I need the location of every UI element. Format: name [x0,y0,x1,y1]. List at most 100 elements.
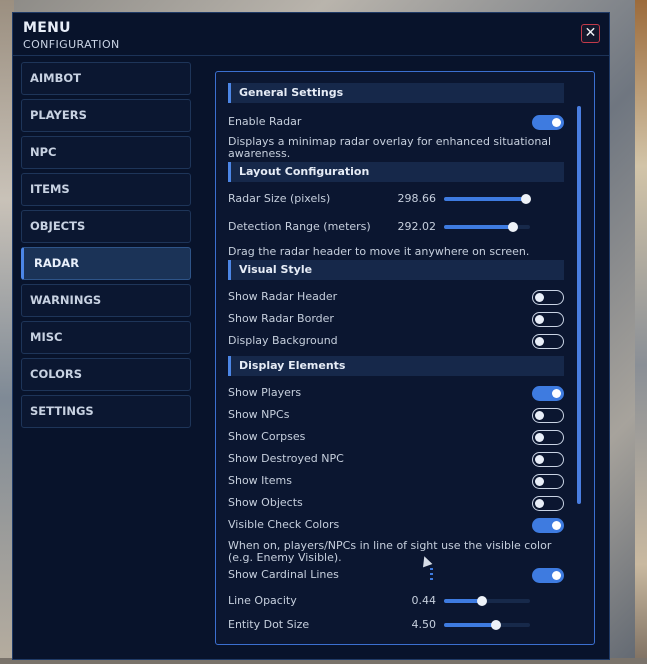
show-cardinal-lines-row: Show Cardinal Lines [228,564,564,586]
entity-dot-size-slider[interactable] [444,620,530,630]
panel-scrollbar[interactable] [577,106,581,504]
toggle-knob [535,499,544,508]
toggle-knob [552,118,561,127]
display-background-row: Display Background [228,330,564,352]
radar-size-value: 298.66 [397,192,437,205]
drag-hint-text: Drag the radar header to move it anywher… [228,245,530,258]
sidebar-item-settings[interactable]: SETTINGS [21,395,191,428]
section-layout-configuration: Layout Configuration [228,162,564,182]
show-radar-header-label: Show Radar Header [228,290,338,303]
close-button[interactable]: ✕ [581,24,600,43]
visible-check-colors-row: Visible Check Colors [228,514,564,536]
show-items-row: Show Items [228,470,564,492]
show-items-toggle[interactable] [532,474,564,489]
enable-radar-label: Enable Radar [228,115,302,128]
show-players-toggle[interactable] [532,386,564,401]
sidebar-item-objects[interactable]: OBJECTS [21,210,191,243]
show-cardinal-lines-toggle[interactable] [532,568,564,583]
show-radar-header-row: Show Radar Header [228,286,564,308]
config-window: MENU CONFIGURATION ✕ AIMBOT PLAYERS NPC … [12,12,610,660]
panel-content: General Settings Enable Radar Displays a… [228,83,564,638]
entity-dot-size-value: 4.50 [411,618,437,631]
section-visual-style: Visual Style [228,260,564,280]
show-objects-toggle[interactable] [532,496,564,511]
sidebar-nav: AIMBOT PLAYERS NPC ITEMS OBJECTS RADAR W… [21,62,191,432]
sidebar-item-warnings[interactable]: WARNINGS [21,284,191,317]
show-npcs-toggle[interactable] [532,408,564,423]
slider-thumb[interactable] [507,222,518,232]
enable-radar-toggle[interactable] [532,115,564,130]
show-radar-border-row: Show Radar Border [228,308,564,330]
toggle-knob [552,571,561,580]
line-opacity-row: Line Opacity 0.44 [228,586,564,610]
show-corpses-toggle[interactable] [532,430,564,445]
show-objects-label: Show Objects [228,496,303,509]
cursor-drag-indicator [430,568,433,582]
radar-size-label: Radar Size (pixels) [228,192,331,205]
window-title: MENU [23,20,71,36]
detection-range-slider[interactable] [444,222,530,232]
close-icon: ✕ [584,25,597,41]
section-general-settings: General Settings [228,83,564,103]
visible-check-description: When on, players/NPCs in line of sight u… [228,539,552,564]
slider-thumb[interactable] [520,194,531,204]
toggle-knob [535,411,544,420]
radar-size-row: Radar Size (pixels) 298.66 [228,184,564,212]
line-opacity-value: 0.44 [411,594,437,607]
section-display-elements: Display Elements [228,356,564,376]
toggle-knob [535,315,544,324]
show-objects-row: Show Objects [228,492,564,514]
show-radar-header-toggle[interactable] [532,290,564,305]
toggle-knob [535,337,544,346]
slider-thumb[interactable] [490,620,501,630]
sidebar-item-npc[interactable]: NPC [21,136,191,169]
enable-radar-description: Displays a minimap radar overlay for enh… [228,135,552,160]
show-npcs-row: Show NPCs [228,404,564,426]
sidebar-item-players[interactable]: PLAYERS [21,99,191,132]
show-radar-border-toggle[interactable] [532,312,564,327]
show-players-label: Show Players [228,386,302,399]
show-corpses-row: Show Corpses [228,426,564,448]
line-opacity-slider[interactable] [444,596,530,606]
entity-dot-size-label: Entity Dot Size [228,618,310,631]
toggle-knob [535,433,544,442]
sidebar-item-items[interactable]: ITEMS [21,173,191,206]
display-background-label: Display Background [228,334,338,347]
show-corpses-label: Show Corpses [228,430,306,443]
show-cardinal-lines-label: Show Cardinal Lines [228,568,339,581]
window-subtitle: CONFIGURATION [23,38,120,51]
toggle-knob [535,293,544,302]
radar-size-slider[interactable] [444,194,531,204]
slider-thumb[interactable] [476,596,487,606]
header-divider [13,55,609,56]
show-items-label: Show Items [228,474,292,487]
detection-range-value: 292.02 [397,220,437,233]
background-scene-right [635,0,647,664]
toggle-knob [535,455,544,464]
detection-range-label: Detection Range (meters) [228,220,371,233]
show-destroyed-npc-toggle[interactable] [532,452,564,467]
sidebar-item-colors[interactable]: COLORS [21,358,191,391]
visible-check-colors-label: Visible Check Colors [228,518,340,531]
enable-radar-row: Enable Radar [228,111,564,133]
display-background-toggle[interactable] [532,334,564,349]
entity-dot-size-row: Entity Dot Size 4.50 [228,610,564,638]
line-opacity-label: Line Opacity [228,594,297,607]
detection-range-row: Detection Range (meters) 292.02 [228,212,564,240]
show-destroyed-npc-label: Show Destroyed NPC [228,452,344,465]
slider-fill [444,225,513,229]
show-radar-border-label: Show Radar Border [228,312,334,325]
toggle-knob [535,477,544,486]
sidebar-item-aimbot[interactable]: AIMBOT [21,62,191,95]
toggle-knob [552,521,561,530]
sidebar-item-misc[interactable]: MISC [21,321,191,354]
sidebar-item-radar[interactable]: RADAR [21,247,191,280]
slider-fill [444,623,496,627]
toggle-knob [552,389,561,398]
visible-check-colors-toggle[interactable] [532,518,564,533]
radar-settings-panel[interactable]: General Settings Enable Radar Displays a… [215,71,595,645]
show-players-row: Show Players [228,382,564,404]
show-destroyed-npc-row: Show Destroyed NPC [228,448,564,470]
show-npcs-label: Show NPCs [228,408,290,421]
slider-fill [444,197,526,201]
